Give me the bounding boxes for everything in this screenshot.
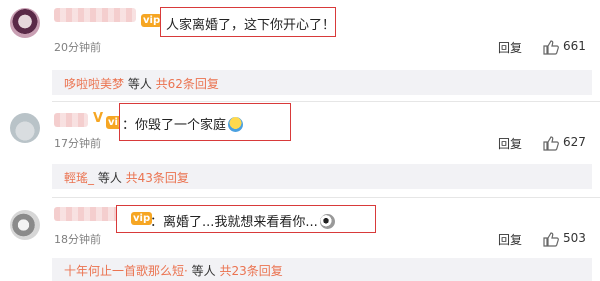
reply-user-name[interactable]: 哆啦啦美梦 <box>64 77 124 91</box>
like-count: 627 <box>563 135 586 149</box>
highlight-box: vip ：离婚了...我就想来看看你... <box>116 205 376 233</box>
comment-text: ：你毁了一个家庭 <box>122 118 227 133</box>
vip-badge-icon: vip <box>141 14 163 27</box>
reply-summary-bar[interactable]: 哆啦啦美梦 等人 共62条回复 <box>52 70 592 95</box>
comment-text: ：离婚了...我就想来看看你... <box>150 215 318 230</box>
username[interactable] <box>54 8 136 22</box>
highlight-box: ：你毁了一个家庭 <box>119 103 291 141</box>
divider <box>52 101 600 102</box>
vip-badge-icon: vip <box>131 212 153 225</box>
staring-emoji-icon <box>319 214 335 229</box>
reply-user-name[interactable]: 輕瑤_ <box>64 171 94 185</box>
comment-text: 人家离婚了，这下你开心了！ <box>166 18 336 33</box>
highlight-box: 人家离婚了，这下你开心了！ <box>160 7 336 37</box>
reply-count-link[interactable]: 共23条回复 <box>219 264 282 278</box>
reply-others-label: 等人 <box>187 264 220 278</box>
avatar[interactable] <box>10 8 40 38</box>
hug-emoji-icon <box>228 117 244 132</box>
divider <box>52 197 600 198</box>
username[interactable] <box>54 207 124 221</box>
like-count: 503 <box>563 231 586 245</box>
avatar[interactable] <box>10 210 40 240</box>
like-count: 661 <box>563 39 586 53</box>
thumbs-up-icon[interactable] <box>543 136 559 151</box>
username[interactable] <box>54 113 88 127</box>
reply-user-name[interactable]: 十年何止一首歌那么短· <box>64 264 188 278</box>
reply-count-link[interactable]: 共62条回复 <box>156 77 219 91</box>
thumbs-up-icon[interactable] <box>543 40 559 55</box>
timestamp: 17分钟前 <box>54 137 101 150</box>
reply-others-label: 等人 <box>94 171 126 185</box>
reply-button[interactable]: 回复 <box>498 231 522 248</box>
reply-summary-bar[interactable]: 十年何止一首歌那么短· 等人 共23条回复 <box>52 258 592 281</box>
reply-button[interactable]: 回复 <box>498 135 522 152</box>
reply-button[interactable]: 回复 <box>498 39 522 56</box>
reply-others-label: 等人 <box>124 77 156 91</box>
timestamp: 18分钟前 <box>54 233 101 246</box>
verified-badge-icon: V <box>93 111 104 126</box>
reply-count-link[interactable]: 共43条回复 <box>126 171 189 185</box>
thumbs-up-icon[interactable] <box>543 232 559 247</box>
timestamp: 20分钟前 <box>54 41 101 54</box>
reply-summary-bar[interactable]: 輕瑤_ 等人 共43条回复 <box>52 164 592 189</box>
avatar[interactable] <box>10 113 40 143</box>
